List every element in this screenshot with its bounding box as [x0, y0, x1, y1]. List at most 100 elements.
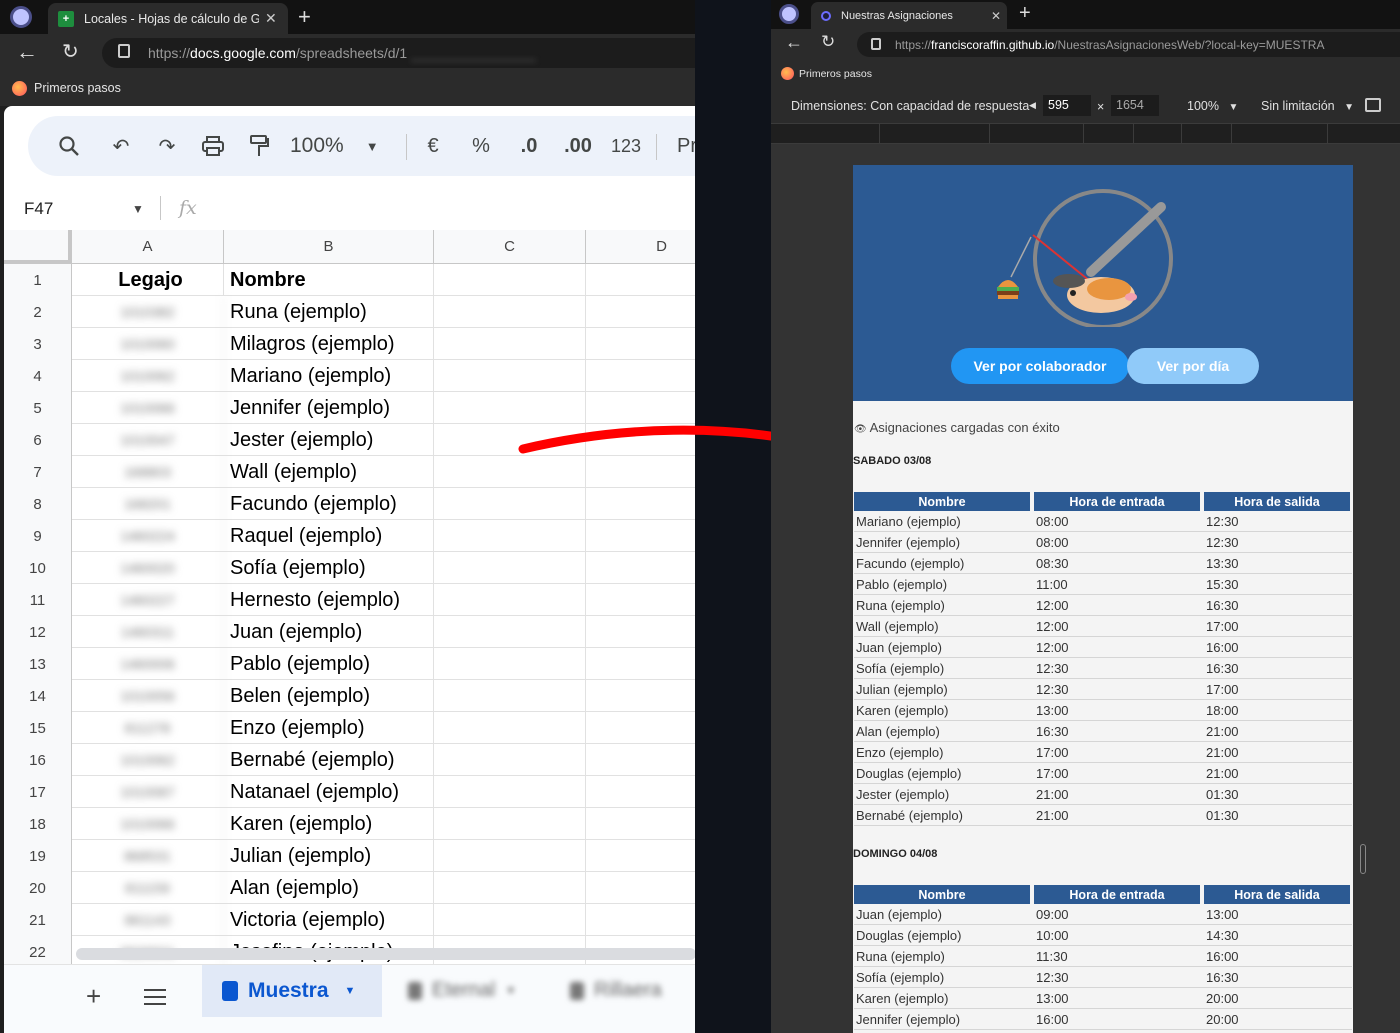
cell-legajo[interactable]: 1460006	[72, 648, 224, 680]
cell-legajo[interactable]: 861143	[72, 904, 224, 936]
back-icon[interactable]: ←	[16, 39, 38, 65]
cell-empty[interactable]	[434, 520, 586, 552]
cell-empty[interactable]	[434, 808, 586, 840]
cell-nombre[interactable]: Facundo (ejemplo)	[224, 488, 434, 520]
screenshot-icon[interactable]	[1365, 98, 1381, 112]
cell-empty[interactable]	[586, 776, 695, 808]
row-number[interactable]: 8	[4, 488, 72, 520]
print-icon[interactable]	[198, 116, 228, 176]
cell-nombre[interactable]: Juan (ejemplo)	[224, 616, 434, 648]
search-menus-icon[interactable]	[54, 116, 84, 176]
row-number[interactable]: 4	[4, 360, 72, 392]
address-bar[interactable]: https:// franciscoraffin.github.io /Nues…	[857, 32, 1400, 57]
address-bar[interactable]: https:// docs.google.com /spreadsheets/d…	[102, 38, 695, 68]
cell-legajo[interactable]: 1010062	[72, 360, 224, 392]
horizontal-scrollbar[interactable]	[76, 948, 695, 960]
browser-tab-sheets[interactable]: + Locales - Hojas de cálculo de Goo ✕	[48, 3, 288, 34]
cell-nombre[interactable]: Karen (ejemplo)	[224, 808, 434, 840]
sheet-tab-3[interactable]: Rillaera	[570, 979, 662, 1002]
bookmark-primeros-pasos[interactable]: Primeros pasos	[799, 68, 872, 80]
back-icon[interactable]: ←	[785, 32, 803, 53]
cell-legajo[interactable]: 1460311	[72, 616, 224, 648]
cell-empty[interactable]	[434, 296, 586, 328]
browser-tab-asignaciones[interactable]: Nuestras Asignaciones ✕	[811, 2, 1007, 29]
cell-empty[interactable]	[434, 328, 586, 360]
format-percent-button[interactable]: %	[466, 116, 496, 176]
row-number[interactable]: 5	[4, 392, 72, 424]
cell-legajo[interactable]: 1010066	[72, 808, 224, 840]
cell-legajo[interactable]: 1010047	[72, 424, 224, 456]
cell-empty[interactable]	[586, 840, 695, 872]
formula-input[interactable]	[219, 194, 689, 222]
row-number[interactable]: 2	[4, 296, 72, 328]
row-number[interactable]: 10	[4, 552, 72, 584]
row-number[interactable]: 20	[4, 872, 72, 904]
cell-legajo[interactable]: 1460227	[72, 584, 224, 616]
cell-legajo[interactable]: 1460020	[72, 552, 224, 584]
row-number[interactable]: 9	[4, 520, 72, 552]
vertical-scrollbar[interactable]	[1360, 844, 1366, 874]
cell-empty[interactable]	[434, 360, 586, 392]
paint-format-icon[interactable]	[244, 116, 274, 176]
cell-empty[interactable]	[586, 648, 695, 680]
view-by-collaborator-button[interactable]: Ver por colaborador	[951, 348, 1129, 384]
cell-empty[interactable]	[434, 264, 586, 296]
cell-nombre[interactable]: Hernesto (ejemplo)	[224, 584, 434, 616]
row-number[interactable]: 18	[4, 808, 72, 840]
cell-nombre-header[interactable]: Nombre	[224, 264, 434, 296]
row-number[interactable]: 3	[4, 328, 72, 360]
width-input[interactable]: 595	[1043, 95, 1091, 116]
cell-nombre[interactable]: Julian (ejemplo)	[224, 840, 434, 872]
cell-legajo[interactable]: 1010060	[72, 328, 224, 360]
cell-legajo-header[interactable]: Legajo	[72, 264, 224, 296]
cell-legajo[interactable]: 168201	[72, 488, 224, 520]
cell-empty[interactable]	[434, 872, 586, 904]
chevron-down-icon[interactable]: ▼	[132, 202, 144, 216]
row-number[interactable]: 17	[4, 776, 72, 808]
row-number[interactable]: 11	[4, 584, 72, 616]
cell-nombre[interactable]: Pablo (ejemplo)	[224, 648, 434, 680]
close-tab-icon[interactable]: ✕	[265, 10, 277, 27]
cell-empty[interactable]	[434, 616, 586, 648]
format-currency-button[interactable]: €	[418, 116, 448, 176]
all-sheets-icon[interactable]	[144, 989, 166, 1005]
increase-decimals-button[interactable]: .00	[558, 116, 598, 176]
cell-empty[interactable]	[586, 872, 695, 904]
sheet-tab-muestra[interactable]: Muestra ▼	[202, 965, 382, 1017]
cell-empty[interactable]	[586, 552, 695, 584]
dimensions-select[interactable]: Dimensiones: Con capacidad de respuesta	[791, 99, 1029, 113]
cell-empty[interactable]	[586, 360, 695, 392]
row-number[interactable]: 19	[4, 840, 72, 872]
row-number[interactable]: 7	[4, 456, 72, 488]
cell-empty[interactable]	[434, 648, 586, 680]
cell-nombre[interactable]: Jennifer (ejemplo)	[224, 392, 434, 424]
decrease-decimals-button[interactable]: .0	[512, 116, 546, 176]
cell-legajo[interactable]: 1010062	[72, 744, 224, 776]
cell-nombre[interactable]: Sofía (ejemplo)	[224, 552, 434, 584]
cell-nombre[interactable]: Natanael (ejemplo)	[224, 776, 434, 808]
row-number[interactable]: 6	[4, 424, 72, 456]
column-header-c[interactable]: C	[434, 230, 586, 264]
cell-empty[interactable]	[434, 904, 586, 936]
row-number[interactable]: 1	[4, 264, 72, 296]
throttle-select[interactable]: Sin limitación ▼	[1261, 99, 1354, 113]
cell-legajo[interactable]: 868531	[72, 840, 224, 872]
cell-empty[interactable]	[586, 904, 695, 936]
cell-legajo[interactable]: 1010066	[72, 392, 224, 424]
cell-legajo[interactable]: 1010087	[72, 776, 224, 808]
cell-nombre[interactable]: Belen (ejemplo)	[224, 680, 434, 712]
select-all-corner[interactable]	[4, 230, 72, 264]
cell-legajo[interactable]: 1010382	[72, 296, 224, 328]
zoom-select[interactable]: 100% ▼	[1187, 99, 1238, 113]
name-box[interactable]: F47	[24, 199, 53, 219]
close-tab-icon[interactable]: ✕	[991, 9, 1001, 23]
column-header-a[interactable]: A	[72, 230, 224, 264]
zoom-select[interactable]: 100% ▼	[290, 116, 400, 176]
new-tab-icon[interactable]: +	[1019, 2, 1031, 25]
browser-profile-icon[interactable]	[779, 4, 799, 24]
cell-empty[interactable]	[586, 712, 695, 744]
row-number[interactable]: 12	[4, 616, 72, 648]
number-format-button[interactable]: 123	[606, 116, 646, 176]
row-number[interactable]: 13	[4, 648, 72, 680]
more-formats-button[interactable]: Pr	[672, 116, 695, 176]
